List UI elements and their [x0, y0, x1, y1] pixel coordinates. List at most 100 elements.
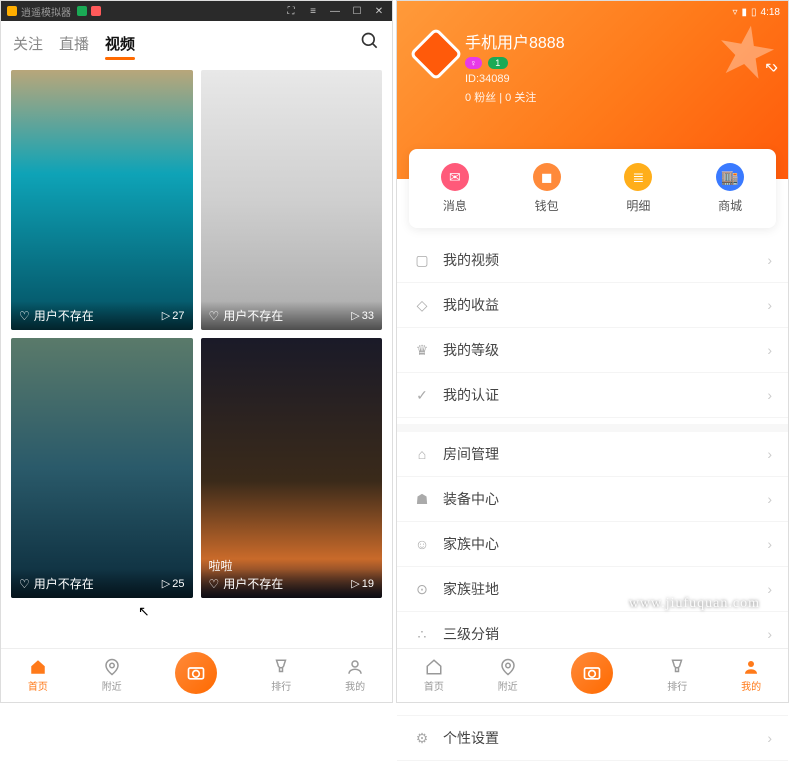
- battery-icon: ▯: [751, 7, 757, 18]
- video-card[interactable]: ♡ 用户不存在 ▷25: [11, 338, 193, 598]
- chevron-right-icon: ›: [767, 446, 772, 462]
- wifi-icon: ▮: [742, 7, 748, 18]
- chevron-right-icon: ›: [767, 252, 772, 268]
- video-plays: 25: [172, 578, 184, 590]
- nav-camera-button[interactable]: [175, 652, 217, 694]
- menu-row[interactable]: ☗ 装备中心 ›: [397, 477, 788, 522]
- tab-follow[interactable]: 关注: [13, 33, 43, 54]
- emulator-fullscreen-icon[interactable]: ⛶: [284, 4, 298, 18]
- quick-label: 明细: [626, 197, 650, 214]
- top-tabs: 关注 直播 视频: [1, 21, 392, 62]
- quick-messages[interactable]: ✉ 消息: [409, 163, 501, 214]
- quick-wallet[interactable]: ◼ 钱包: [501, 163, 593, 214]
- nav-label: 排行: [271, 678, 291, 693]
- play-icon: ▷: [351, 577, 359, 590]
- bottom-nav-left: 首页 附近 排行 我的: [1, 648, 392, 702]
- chevron-right-icon: ›: [767, 626, 772, 642]
- nav-label: 首页: [28, 678, 48, 693]
- chevron-right-icon: ›: [767, 491, 772, 507]
- video-card[interactable]: ♡ 用户不存在 ▷27: [11, 70, 193, 330]
- quick-mall[interactable]: 🏬 商城: [684, 163, 776, 214]
- menu-icon: ▢: [413, 251, 431, 269]
- chevron-right-icon: ›: [767, 297, 772, 313]
- menu-row[interactable]: ◇ 我的收益 ›: [397, 283, 788, 328]
- left-phone: 逍遥模拟器 ⛶ ≡ — ☐ ✕ 关注 直播 视频 ♡ 用户不存在 ▷27: [0, 0, 393, 703]
- menu-label: 家族中心: [443, 534, 499, 554]
- status-bar: ▿ ▮ ▯ 4:18: [732, 3, 780, 21]
- profile-arrow-icon[interactable]: ›: [772, 57, 778, 78]
- menu-label: 装备中心: [443, 489, 499, 509]
- video-user: 用户不存在: [34, 307, 94, 324]
- video-card[interactable]: 啦啦 ♡ 用户不存在 ▷19: [201, 338, 383, 598]
- video-card[interactable]: ♡ 用户不存在 ▷33: [201, 70, 383, 330]
- menu-label: 家族驻地: [443, 579, 499, 599]
- quick-label: 商城: [718, 197, 742, 214]
- nav-home[interactable]: 首页: [28, 658, 48, 693]
- menu-row[interactable]: ⌂ 房间管理 ›: [397, 424, 788, 477]
- video-plays: 27: [172, 310, 184, 322]
- heart-icon: ♡: [209, 577, 220, 591]
- messages-icon: ✉: [441, 163, 469, 191]
- menu-label: 我的认证: [443, 385, 499, 405]
- status-time: 4:18: [761, 7, 780, 18]
- nav-label: 我的: [741, 678, 761, 693]
- nav-rank[interactable]: 排行: [667, 658, 687, 693]
- video-user: 用户不存在: [223, 575, 283, 592]
- menu-label: 个性设置: [443, 728, 499, 748]
- menu-label: 我的等级: [443, 340, 499, 360]
- tab-live[interactable]: 直播: [59, 33, 89, 54]
- heart-icon: ♡: [209, 309, 220, 323]
- emulator-minimize-button[interactable]: —: [328, 4, 342, 18]
- play-icon: ▷: [162, 577, 170, 590]
- menu-row[interactable]: ▢ 我的视频 ›: [397, 238, 788, 283]
- profile-name: 手机用户8888: [465, 29, 565, 53]
- gender-badge: ♀: [465, 57, 482, 69]
- menu-icon: ⌂: [413, 445, 431, 463]
- video-plays: 33: [362, 310, 374, 322]
- menu-icon: ⚙: [413, 729, 431, 747]
- chevron-right-icon: ›: [767, 536, 772, 552]
- emulator-status-icon-2: [91, 6, 101, 16]
- emulator-close-button[interactable]: ✕: [372, 4, 386, 18]
- nav-mine[interactable]: 我的: [345, 658, 365, 693]
- level-badge: 1: [488, 57, 508, 69]
- menu-icon: ◇: [413, 296, 431, 314]
- search-icon[interactable]: [360, 31, 380, 56]
- menu-row[interactable]: ☺家族中心›: [397, 522, 788, 567]
- nav-label: 附近: [498, 678, 518, 693]
- watermark: www.jiufuquan.com: [629, 596, 760, 612]
- quick-actions: ✉ 消息 ◼ 钱包 ≣ 明细 🏬 商城: [409, 149, 776, 228]
- heart-icon: ♡: [19, 309, 30, 323]
- menu-icon: ✓: [413, 386, 431, 404]
- menu-row[interactable]: ⚙个性设置›: [397, 716, 788, 761]
- nav-rank[interactable]: 排行: [271, 658, 291, 693]
- nav-nearby[interactable]: 附近: [102, 658, 122, 693]
- menu-label: 房间管理: [443, 444, 499, 464]
- menu-label: 我的收益: [443, 295, 499, 315]
- emulator-title: 逍遥模拟器: [21, 4, 71, 19]
- video-grid: ♡ 用户不存在 ▷27 ♡ 用户不存在 ▷33 ♡ 用户不存在 ▷25 啦啦 ♡…: [1, 62, 392, 606]
- emulator-maximize-button[interactable]: ☐: [350, 4, 364, 18]
- emulator-app-icon: [7, 6, 17, 16]
- nav-label: 我的: [345, 678, 365, 693]
- video-user: 用户不存在: [223, 307, 283, 324]
- right-phone: ▿ ▮ ▯ 4:18 ★ 手机用户8888 ♀ 1 ID:34089 0 粉丝 …: [396, 0, 789, 703]
- nav-label: 附近: [102, 678, 122, 693]
- profile-id: ID:34089: [465, 73, 565, 85]
- nav-mine[interactable]: 我的: [741, 658, 761, 693]
- tab-video[interactable]: 视频: [105, 33, 135, 54]
- menu-icon: ☗: [413, 490, 431, 508]
- chevron-right-icon: ›: [767, 342, 772, 358]
- nav-home[interactable]: 首页: [424, 658, 444, 693]
- nav-camera-button[interactable]: [571, 652, 613, 694]
- menu-row[interactable]: ✓我的认证›: [397, 373, 788, 418]
- nav-nearby[interactable]: 附近: [498, 658, 518, 693]
- emulator-menu-icon[interactable]: ≡: [306, 4, 320, 18]
- menu-row[interactable]: ♛ 我的等级 ›: [397, 328, 788, 373]
- menu-icon: ♛: [413, 341, 431, 359]
- avatar[interactable]: [409, 27, 463, 81]
- quick-detail[interactable]: ≣ 明细: [593, 163, 685, 214]
- mall-icon: 🏬: [716, 163, 744, 191]
- play-icon: ▷: [162, 309, 170, 322]
- menu-label: 我的视频: [443, 250, 499, 270]
